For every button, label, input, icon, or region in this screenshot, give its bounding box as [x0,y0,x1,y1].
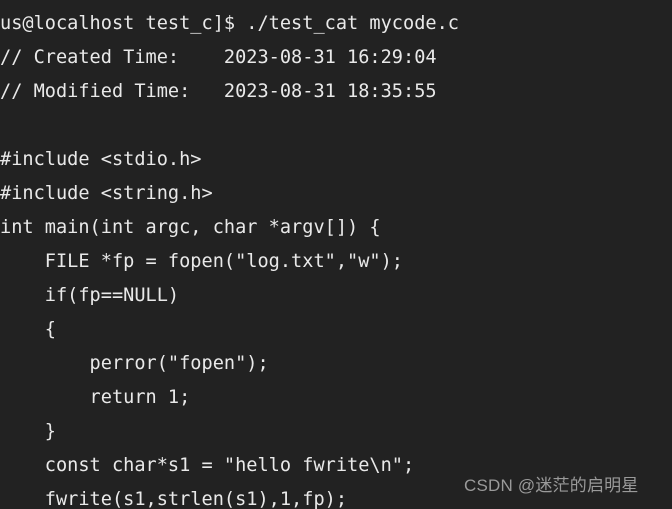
terminal-window: us@localhost test_c]$ ./test_cat mycode.… [0,0,672,509]
terminal-code-line: if(fp==NULL) [0,285,180,306]
terminal-code-line: const char*s1 = "hello fwrite\n"; [0,455,415,476]
terminal-output: us@localhost test_c]$ ./test_cat mycode.… [0,0,672,509]
terminal-code-line: perror("fopen"); [0,353,269,374]
terminal-code-line [0,109,672,143]
terminal-code-line: return 1; [0,387,191,408]
terminal-code-line: int main(int argc, char *argv[]) { [0,217,381,238]
terminal-code-line: // Created Time: 2023-08-31 16:29:04 [0,47,437,68]
terminal-code-line: #include <string.h> [0,183,213,204]
terminal-code-line: // Modified Time: 2023-08-31 18:35:55 [0,81,437,102]
terminal-code-line: #include <stdio.h> [0,149,202,170]
terminal-code-line: fwrite(s1,strlen(s1),1,fp); [0,489,348,509]
terminal-code-line: { [0,319,56,340]
terminal-prompt-line: us@localhost test_c]$ ./test_cat mycode.… [0,13,459,34]
terminal-code-line: } [0,421,56,442]
terminal-code-line: FILE *fp = fopen("log.txt","w"); [0,251,403,272]
